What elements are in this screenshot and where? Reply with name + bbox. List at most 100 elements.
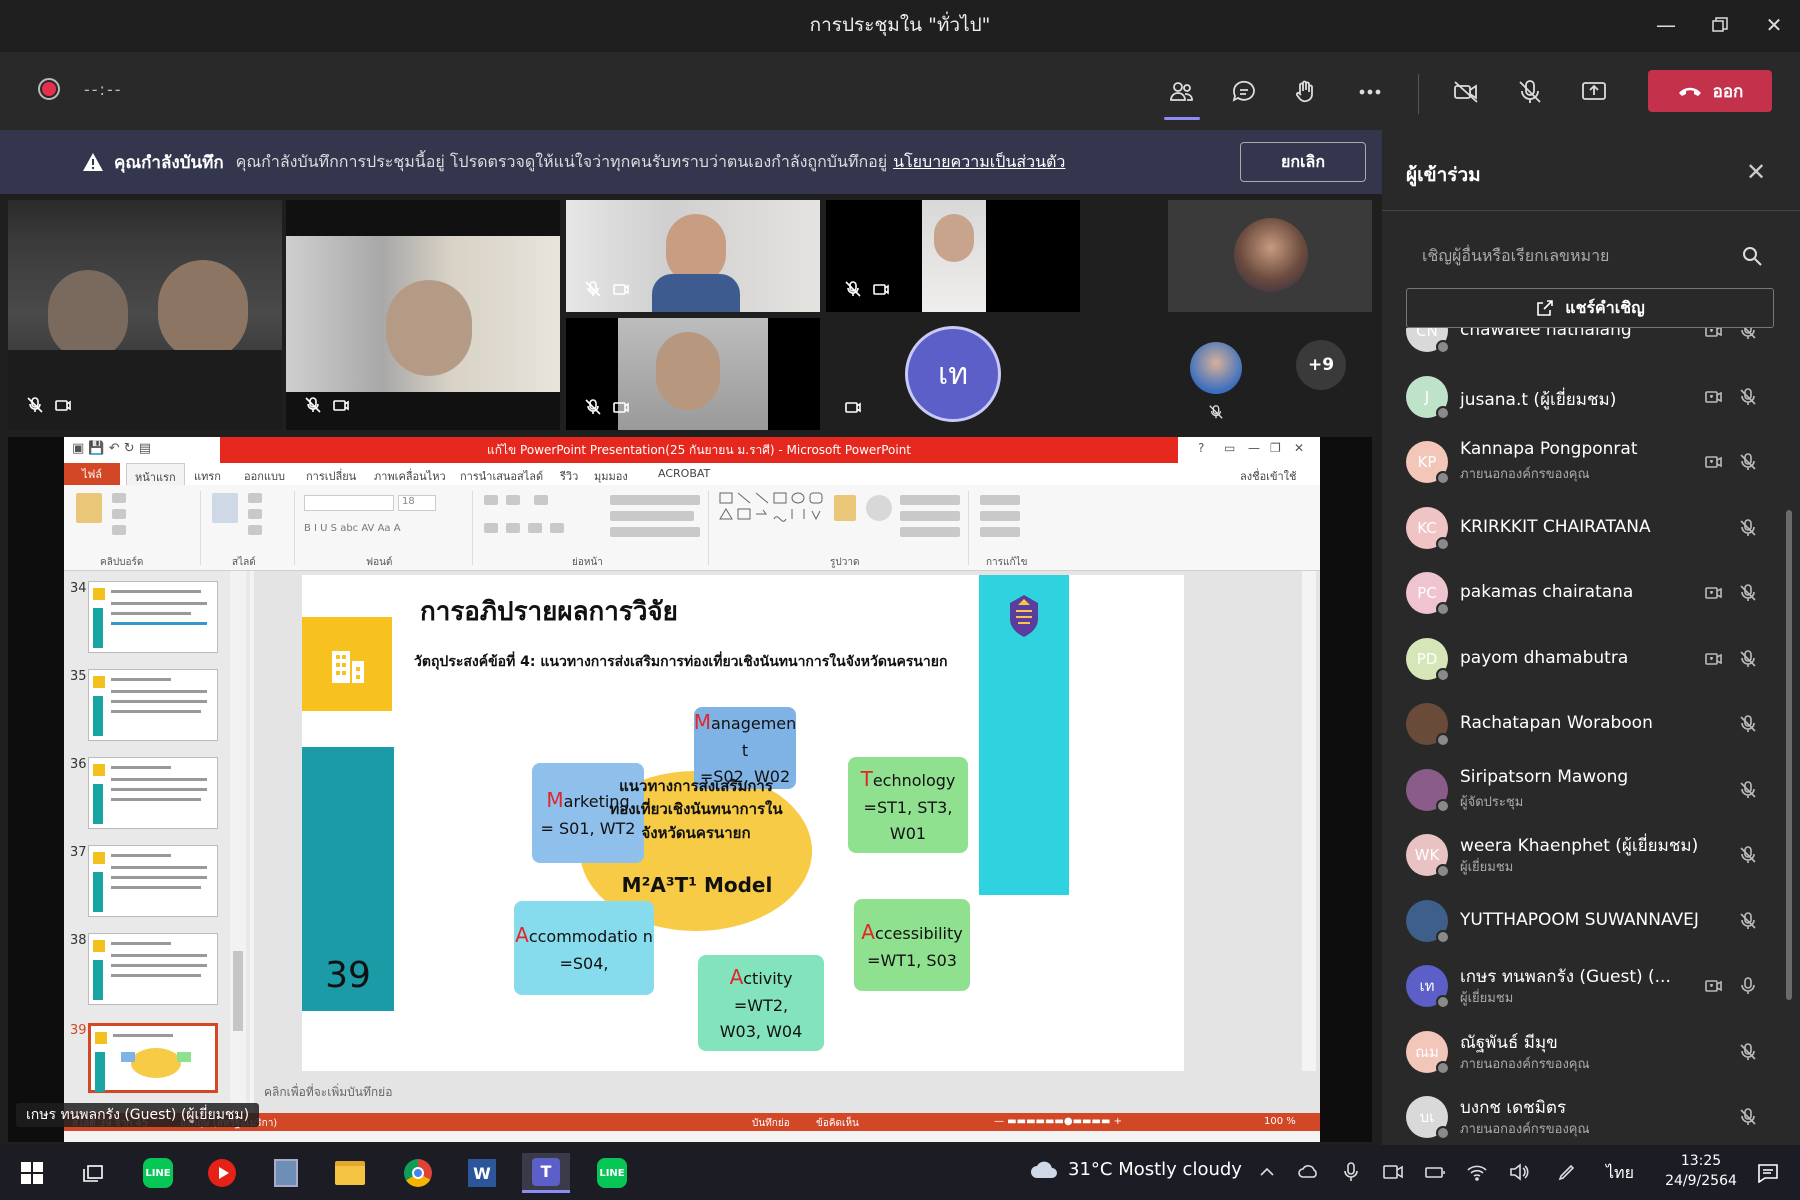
copy-icon[interactable] [112,509,126,519]
select-icon[interactable] [980,527,1020,537]
slide-canvas[interactable]: 39 การอภิปรายผลการวิจัย วัตถุประสงค์ข้อท… [302,575,1184,1071]
mic-off-icon[interactable] [1738,1107,1758,1127]
share-content-button[interactable] [1572,70,1616,114]
meet-now-tray-icon[interactable] [1382,1161,1404,1183]
camera-pin-icon[interactable] [1704,452,1724,472]
taskbar-explorer-app[interactable] [326,1153,374,1193]
participant-row[interactable]: Siripatsorn Mawong ผู้จัดประชุม [1382,759,1800,821]
raise-hand-button[interactable] [1284,70,1328,114]
paste-icon[interactable] [76,493,102,523]
participant-row[interactable]: เท เกษร ทนพลกรัง (Guest) (... ผู้เยี่ยมชม [1382,955,1800,1017]
mic-off-icon[interactable] [1738,780,1758,800]
more-participants-badge[interactable]: +9 [1296,340,1346,390]
close-panel-button[interactable]: ✕ [1746,158,1766,186]
video-tile[interactable] [286,200,560,430]
signin-link[interactable]: ลงชื่อเข้าใช้ [1240,467,1296,485]
weather-widget[interactable]: 31°C Mostly cloudy [1030,1159,1242,1180]
video-tile[interactable] [1168,200,1372,312]
camera-pin-icon[interactable] [1704,583,1724,603]
invite-search-input[interactable]: เชิญผู้อื่นหรือเรียกเลขหมาย [1406,234,1774,278]
slide-thumbnail[interactable] [88,581,218,653]
font-size-select[interactable]: 18 [398,495,436,511]
wifi-tray-icon[interactable] [1466,1161,1488,1183]
ribbon-display-icon[interactable]: ▭ [1224,441,1235,455]
video-tile[interactable] [566,318,820,430]
taskbar-calculator-app[interactable] [262,1153,310,1193]
close-window-button[interactable]: ✕ [1748,0,1800,50]
shape-fill-icon[interactable] [900,495,960,505]
mic-off-icon[interactable] [1738,583,1758,603]
tab-home[interactable]: หน้าแรก [126,463,185,485]
indent-icon[interactable] [534,495,548,505]
arrange-icon[interactable] [834,495,856,521]
slide-scrollbar[interactable] [1302,571,1316,1071]
align-right-icon[interactable] [528,523,542,533]
mic-off-icon[interactable] [1738,1042,1758,1062]
participant-row[interactable]: KP Kannapa Pongponrat ภายนอกองค์กรของคุณ [1382,431,1800,493]
numbering-icon[interactable] [506,495,520,505]
notes-toggle[interactable]: บันทึกย่อ [752,1116,790,1131]
smartart-icon[interactable] [610,527,700,537]
mic-tray-icon[interactable] [1340,1161,1362,1183]
font-format-buttons[interactable]: B I U S abc AV Aa A [304,523,401,534]
mic-off-icon[interactable] [1738,387,1758,407]
participant-row[interactable]: YUTTHAPOOM SUWANNAVEJ [1382,890,1800,952]
slide-thumbnail-selected[interactable] [88,1023,218,1093]
bullets-icon[interactable] [484,495,498,505]
mic-toggle-button[interactable] [1508,70,1552,114]
camera-toggle-button[interactable] [1444,70,1488,114]
mic-off-icon[interactable] [1738,518,1758,538]
video-tile[interactable] [826,200,1080,312]
align-text-icon[interactable] [610,511,694,521]
action-center-button[interactable] [1744,1153,1792,1193]
volume-tray-icon[interactable] [1508,1161,1530,1183]
ppt-close-button[interactable]: ✕ [1294,441,1304,455]
tab-review[interactable]: รีวิว [560,467,578,485]
reset-icon[interactable] [248,509,262,519]
participant-row[interactable]: WK weera Khaenphet (ผู้เยี่ยมชม) ผู้เยี่ยม… [1382,824,1800,886]
taskbar-line-app-2[interactable]: LINE [588,1153,636,1193]
participant-row[interactable]: Jjusana.t (ผู้เยี่ยมชม) [1382,366,1800,428]
zoom-slider[interactable]: — ▬▬▬▬▬▬●▬▬▬▬ + [994,1116,1122,1127]
privacy-policy-link[interactable]: นโยบายความเป็นส่วนตัว [893,150,1065,175]
comments-toggle[interactable]: ข้อคิดเห็น [816,1116,859,1131]
tab-slideshow[interactable]: การนำเสนอสไลด์ [460,467,543,485]
text-direction-icon[interactable] [610,495,700,505]
zoom-level[interactable]: 100 % [1264,1116,1296,1127]
camera-pin-icon[interactable] [1704,649,1724,669]
system-clock[interactable]: 13:25 24/9/2564 [1658,1151,1744,1191]
mic-off-icon[interactable] [1738,845,1758,865]
font-name-select[interactable] [304,495,394,511]
justify-icon[interactable] [550,523,564,533]
participant-row[interactable]: PD payom dhamabutra [1382,628,1800,690]
participant-row[interactable]: ณม ณัฐพันธ์ มีมุข ภายนอกองค์กรของคุณ [1382,1021,1800,1083]
notes-placeholder[interactable]: คลิกเพื่อที่จะเพิ่มบันทึกย่อ [264,1083,392,1102]
mic-off-icon[interactable] [1738,714,1758,734]
slide-thumbnail[interactable] [88,669,218,741]
format-painter-icon[interactable] [112,525,126,535]
scrollbar-thumb[interactable] [233,951,243,1031]
tab-insert[interactable]: แทรก [194,467,221,485]
align-left-icon[interactable] [484,523,498,533]
tab-view[interactable]: มุมมอง [594,467,628,485]
find-icon[interactable] [980,495,1020,505]
video-tile[interactable] [8,200,282,430]
tab-file[interactable]: ไฟล์ [64,463,120,485]
chat-button[interactable] [1222,70,1266,114]
shape-effects-icon[interactable] [900,527,960,537]
taskbar-teams-app[interactable]: T [522,1153,570,1193]
panel-scrollbar[interactable] [1786,510,1792,1000]
leave-button[interactable]: ออก [1648,70,1772,112]
participants-button[interactable] [1160,70,1204,120]
minimize-button[interactable]: — [1640,0,1692,50]
mic-off-icon[interactable] [1738,452,1758,472]
tab-animations[interactable]: ภาพเคลื่อนไหว [374,467,446,485]
pen-tray-icon[interactable] [1556,1161,1578,1183]
shapes-gallery-icon[interactable] [718,491,826,541]
cut-icon[interactable] [112,493,126,503]
mic-off-icon[interactable] [1738,911,1758,931]
align-center-icon[interactable] [506,523,520,533]
task-view-button[interactable] [70,1153,118,1193]
input-language[interactable]: ไทย [1606,1161,1634,1186]
participant-row[interactable]: Rachatapan Woraboon [1382,693,1800,755]
